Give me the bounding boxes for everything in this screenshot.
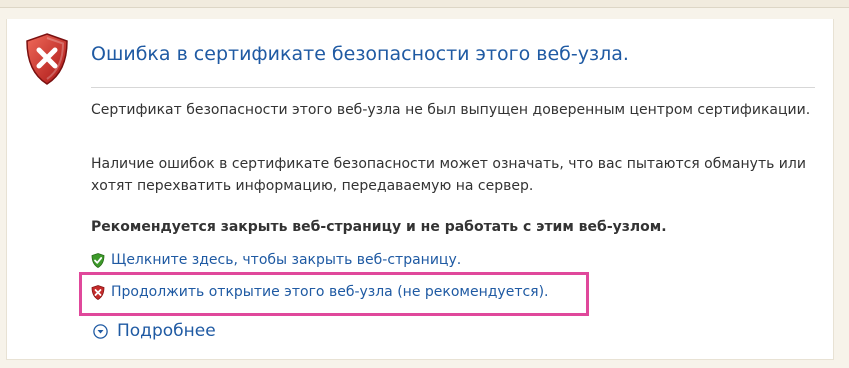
close-page-link[interactable]: Щелкните здесь, чтобы закрыть веб-страни…: [111, 252, 461, 268]
continue-link[interactable]: Продолжить открытие этого веб-узла (не р…: [111, 284, 549, 300]
content-panel: Ошибка в сертификате безопасности этого …: [6, 19, 834, 360]
warning-text: Наличие ошибок в сертификате безопасност…: [91, 156, 806, 194]
page-title: Ошибка в сертификате безопасности этого …: [91, 43, 629, 65]
top-border: [0, 0, 849, 8]
untrusted-ca-text: Сертификат безопасности этого веб-узла н…: [91, 102, 811, 118]
more-info-toggle[interactable]: Подробнее: [93, 321, 216, 341]
shield-error-icon: [26, 33, 68, 85]
chevron-down-circle-icon: [93, 323, 108, 339]
continue-row[interactable]: Продолжить открытие этого веб-узла (не р…: [91, 284, 549, 300]
recommendation-text: Рекомендуется закрыть веб-страницу и не …: [91, 219, 667, 235]
title-divider: [91, 87, 815, 88]
green-shield-check-icon: [91, 252, 105, 268]
certificate-error-page: Ошибка в сертификате безопасности этого …: [0, 0, 849, 368]
red-shield-x-icon: [91, 284, 105, 300]
more-info-label[interactable]: Подробнее: [117, 321, 216, 341]
close-page-row[interactable]: Щелкните здесь, чтобы закрыть веб-страни…: [91, 252, 461, 268]
